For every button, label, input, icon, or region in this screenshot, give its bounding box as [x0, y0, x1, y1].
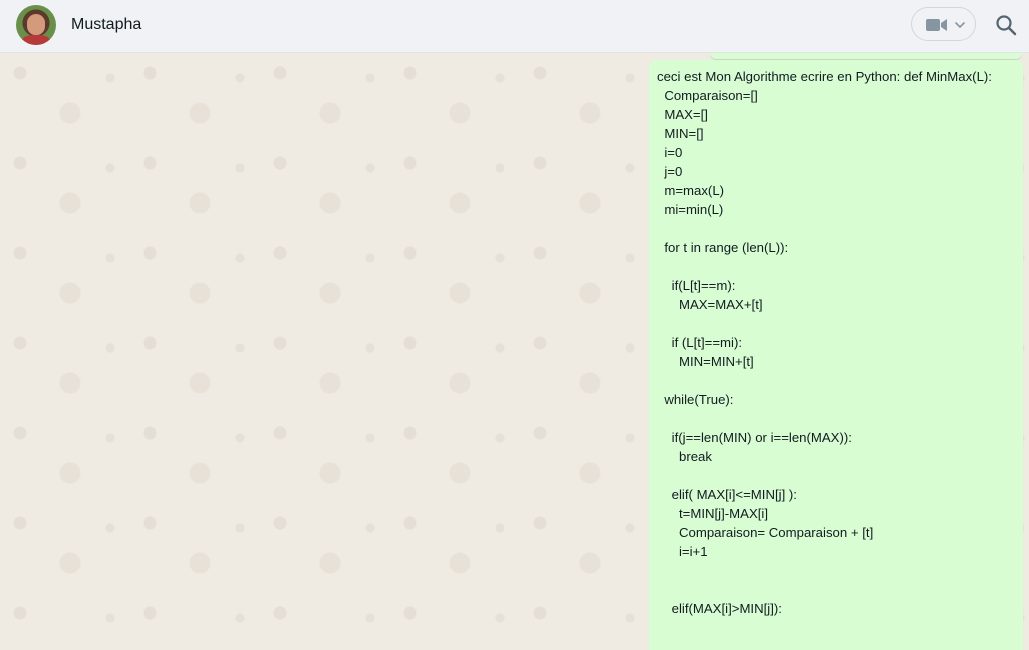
avatar-shirt: [22, 35, 50, 45]
contact-name[interactable]: Mustapha: [71, 16, 141, 34]
avatar-face: [27, 15, 45, 35]
chat-header: Mustapha: [0, 0, 1029, 53]
outgoing-message-bubble[interactable]: ceci est Mon Algorithme ecrire en Python…: [649, 60, 1023, 650]
video-call-button[interactable]: [911, 7, 976, 41]
previous-message-bubble: [710, 53, 1022, 59]
video-camera-icon: [926, 19, 947, 31]
message-text: ceci est Mon Algorithme ecrire en Python…: [657, 69, 992, 616]
chevron-down-icon: [955, 22, 965, 29]
search-icon[interactable]: [994, 13, 1018, 37]
avatar[interactable]: [16, 5, 56, 45]
